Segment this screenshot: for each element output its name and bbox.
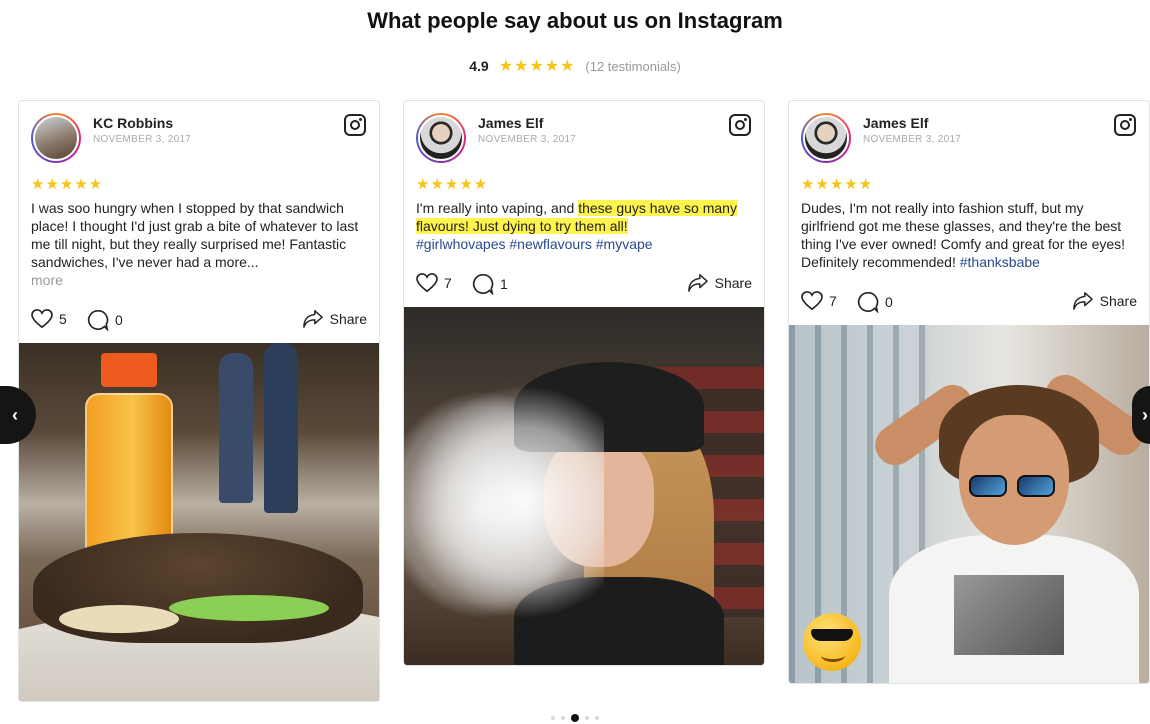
comment-count: 0 <box>115 312 123 328</box>
hashtags[interactable]: #girlwhovapes #newflavours #myvape <box>416 236 653 252</box>
share-icon <box>1072 292 1093 310</box>
pagination-dot[interactable] <box>585 716 589 720</box>
card-actions: 7 1 Share <box>404 263 764 307</box>
testimonial-count: (12 testimonials) <box>585 58 681 74</box>
comment-icon <box>857 292 879 313</box>
card-stars: ★★★★★ <box>416 176 489 193</box>
testimonial-text: I'm really into vaping, and these guys h… <box>404 193 764 253</box>
post-photo[interactable] <box>404 307 764 665</box>
carousel-next-button[interactable]: › <box>1132 386 1150 444</box>
testimonial-text: I was soo hungry when I stopped by that … <box>19 193 379 289</box>
comment-icon <box>472 274 494 295</box>
post-date: NOVEMBER 3, 2017 <box>93 134 192 145</box>
share-label: Share <box>329 311 367 327</box>
card-header: James Elf NOVEMBER 3, 2017 <box>404 101 764 165</box>
rating-summary: 4.9 ★★★★★ (12 testimonials) <box>0 56 1150 76</box>
post-date: NOVEMBER 3, 2017 <box>863 134 962 145</box>
like-button[interactable]: 7 <box>416 273 452 293</box>
sunglasses-emoji-icon <box>803 613 861 671</box>
author-name[interactable]: James Elf <box>478 115 543 131</box>
avatar[interactable] <box>801 113 851 163</box>
chevron-right-icon: › <box>1142 404 1148 425</box>
card-stars: ★★★★★ <box>31 176 104 193</box>
post-photo[interactable] <box>789 325 1149 683</box>
post-photo[interactable] <box>19 343 379 701</box>
read-more-link[interactable]: more <box>31 272 63 288</box>
share-icon <box>687 274 708 292</box>
like-count: 7 <box>444 275 452 291</box>
hashtags[interactable]: #thanksbabe <box>960 254 1040 270</box>
pagination-dot[interactable] <box>571 714 579 722</box>
card-header: James Elf NOVEMBER 3, 2017 <box>789 101 1149 165</box>
rating-stars: ★★★★★ <box>498 58 576 75</box>
comment-button[interactable]: 0 <box>857 291 893 313</box>
testimonial-card: James Elf NOVEMBER 3, 2017 ★★★★★ I'm rea… <box>403 100 765 666</box>
testimonial-card: James Elf NOVEMBER 3, 2017 ★★★★★ Dudes, … <box>788 100 1150 684</box>
like-button[interactable]: 5 <box>31 309 67 329</box>
share-button[interactable]: Share <box>687 273 752 293</box>
avatar[interactable] <box>31 113 81 163</box>
heart-icon <box>31 309 53 329</box>
share-icon <box>302 310 323 328</box>
share-button[interactable]: Share <box>1072 291 1137 311</box>
instagram-icon[interactable] <box>729 114 751 136</box>
author-name[interactable]: James Elf <box>863 115 928 131</box>
pagination-dot[interactable] <box>551 716 555 720</box>
share-label: Share <box>714 275 752 291</box>
testimonial-body: I was soo hungry when I stopped by that … <box>31 200 359 270</box>
carousel-pagination <box>0 714 1150 722</box>
page-title: What people say about us on Instagram <box>367 8 783 33</box>
like-button[interactable]: 7 <box>801 291 837 311</box>
card-actions: 7 0 Share <box>789 281 1149 325</box>
pagination-dot[interactable] <box>595 716 599 720</box>
testimonial-card: KC Robbins NOVEMBER 3, 2017 ★★★★★ I was … <box>18 100 380 702</box>
testimonial-body: I'm really into vaping, and <box>416 200 579 216</box>
card-actions: 5 0 Share <box>19 299 379 343</box>
comment-count: 1 <box>500 276 508 292</box>
heart-icon <box>801 291 823 311</box>
author-name[interactable]: KC Robbins <box>93 115 173 131</box>
comment-button[interactable]: 0 <box>87 309 123 331</box>
testimonial-text: Dudes, I'm not really into fashion stuff… <box>789 193 1149 271</box>
heart-icon <box>416 273 438 293</box>
comment-count: 0 <box>885 294 893 310</box>
card-header: KC Robbins NOVEMBER 3, 2017 <box>19 101 379 165</box>
pagination-dot[interactable] <box>561 716 565 720</box>
share-label: Share <box>1099 293 1137 309</box>
comment-icon <box>87 310 109 331</box>
like-count: 7 <box>829 293 837 309</box>
instagram-icon[interactable] <box>344 114 366 136</box>
post-date: NOVEMBER 3, 2017 <box>478 134 577 145</box>
comment-button[interactable]: 1 <box>472 273 508 295</box>
instagram-icon[interactable] <box>1114 114 1136 136</box>
chevron-left-icon: ‹ <box>12 404 18 425</box>
card-stars: ★★★★★ <box>801 176 874 193</box>
rating-value: 4.9 <box>469 58 489 74</box>
share-button[interactable]: Share <box>302 309 367 329</box>
avatar[interactable] <box>416 113 466 163</box>
like-count: 5 <box>59 311 67 327</box>
